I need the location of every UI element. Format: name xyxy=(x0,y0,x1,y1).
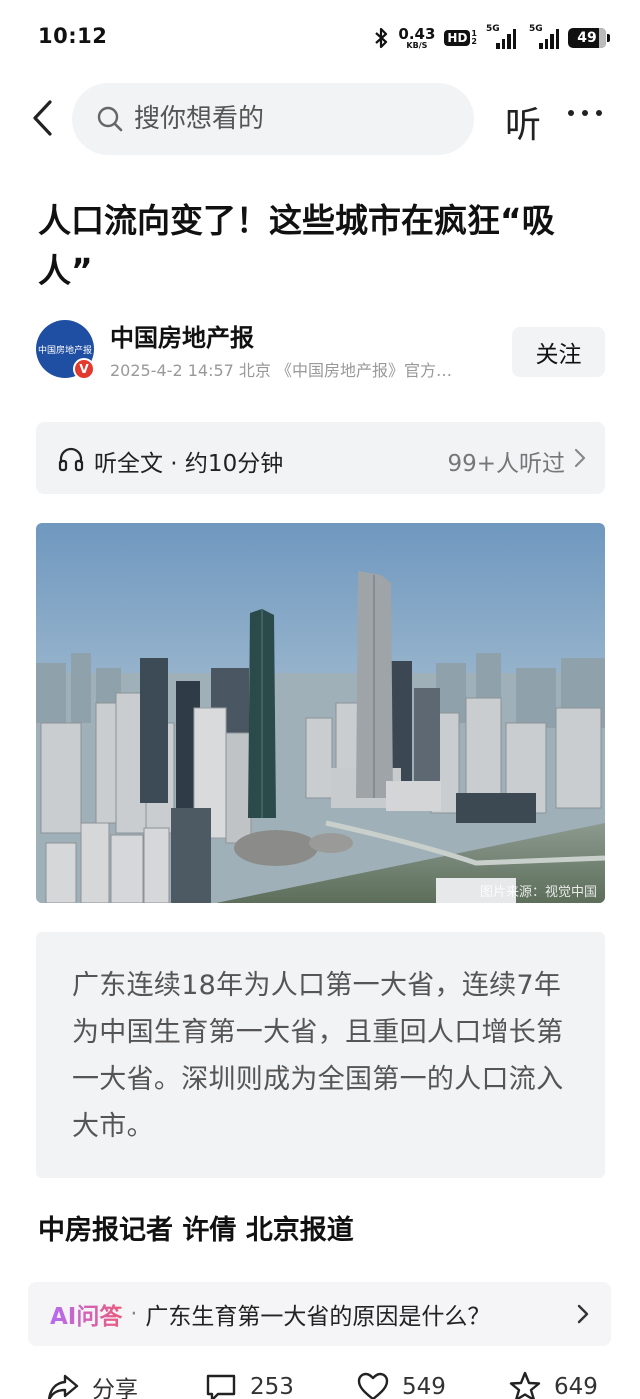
signal-icon: 5G xyxy=(486,24,516,49)
listen-label: 听全文 · 约10分钟 xyxy=(94,451,284,477)
author-meta: 2025-4-2 14:57 北京 《中国房地产报》官方… xyxy=(110,361,452,380)
article-summary: 广东连续18年为人口第一大省，连续7年为中国生育第一大省，且重回人口增长第一大省… xyxy=(72,970,564,1142)
ai-label: AI问答 xyxy=(50,1297,122,1331)
status-time: 10:12 xyxy=(38,24,108,48)
article-summary-box: 广东连续18年为人口第一大省，连续7年为中国生育第一大省，且重回人口增长第一大省… xyxy=(36,932,605,1178)
back-icon[interactable] xyxy=(26,96,62,140)
like-button[interactable]: 549 xyxy=(356,1370,446,1399)
headphones-icon xyxy=(58,447,84,472)
hd-volte-badge: HD 12 xyxy=(444,30,477,46)
follow-button[interactable]: 关注 xyxy=(512,327,605,377)
chevron-right-icon xyxy=(577,1304,589,1324)
listen-full-article-bar[interactable]: 听全文 · 约10分钟 99+人听过 xyxy=(36,422,605,494)
like-count: 549 xyxy=(402,1374,446,1399)
listen-button[interactable]: 听 xyxy=(505,96,541,148)
listener-count: 99+人听过 xyxy=(447,451,565,477)
author-name[interactable]: 中国房地产报 xyxy=(110,318,254,353)
article-byline: 中房报记者 许倩 北京报道 xyxy=(38,1215,354,1246)
search-icon xyxy=(97,106,123,132)
share-icon xyxy=(47,1374,79,1399)
heart-icon xyxy=(357,1372,389,1399)
signal-icon-sim2: 5G xyxy=(525,24,559,49)
network-speed: 0.43 KB/S xyxy=(398,24,436,50)
comment-count: 253 xyxy=(250,1374,294,1399)
action-bar: 分享 253 549 649 xyxy=(0,1366,640,1399)
city-skyline-photo xyxy=(36,523,605,903)
ai-question-bar[interactable]: AI问答 · 广东生育第一大省的原因是什么？ xyxy=(28,1282,611,1346)
bluetooth-icon xyxy=(375,27,388,49)
verified-badge: V xyxy=(73,358,95,380)
search-input[interactable] xyxy=(134,104,454,134)
ai-question: 广东生育第一大省的原因是什么？ xyxy=(145,1304,491,1330)
favorite-button[interactable]: 649 xyxy=(508,1370,598,1399)
share-label: 分享 xyxy=(92,1377,138,1399)
ai-separator: · xyxy=(130,1301,138,1327)
article-title: 人口流向变了！这些城市在疯狂“吸人” xyxy=(38,201,555,290)
favorite-count: 649 xyxy=(554,1374,598,1399)
image-source-caption: 图片来源：视觉中国 xyxy=(479,885,597,900)
comment-button[interactable]: 253 xyxy=(204,1370,294,1399)
more-icon[interactable] xyxy=(568,110,602,116)
chevron-right-icon xyxy=(574,448,586,468)
share-button[interactable]: 分享 xyxy=(46,1370,138,1399)
article-hero-image[interactable]: 图片来源：视觉中国 xyxy=(36,523,605,903)
comment-icon xyxy=(206,1374,236,1399)
status-bar: 10:12 0.43 KB/S HD 12 5G 5G 49 xyxy=(0,0,640,76)
status-icons: 0.43 KB/S HD 12 5G 5G 49 xyxy=(373,24,610,52)
star-icon xyxy=(509,1371,541,1399)
search-bar[interactable] xyxy=(72,83,474,155)
battery-icon: 49 xyxy=(568,28,610,48)
